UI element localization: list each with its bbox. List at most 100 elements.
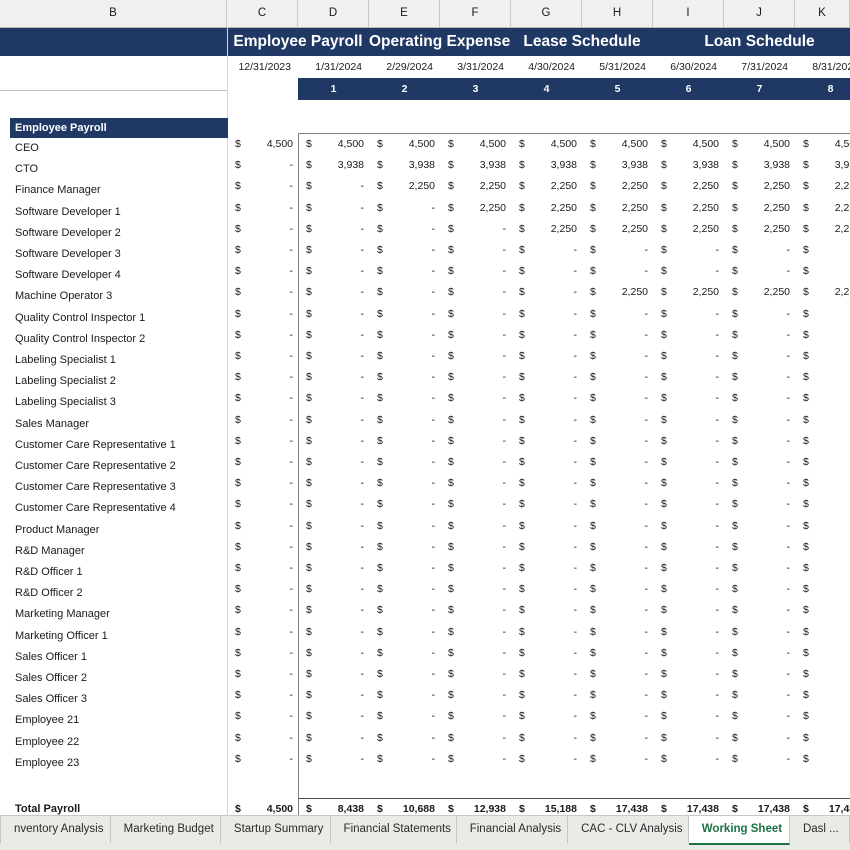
data-cell[interactable]: 3,938 xyxy=(313,155,364,176)
date-header-cell[interactable]: 6/30/2024 xyxy=(653,56,724,78)
data-cell[interactable]: - xyxy=(597,431,649,452)
row-label[interactable]: CTO xyxy=(15,159,38,180)
data-cell[interactable]: - xyxy=(597,685,649,706)
data-cell[interactable]: - xyxy=(242,600,294,621)
data-cell[interactable]: - xyxy=(739,325,791,346)
data-cell[interactable]: - xyxy=(313,558,365,579)
data-cell[interactable]: - xyxy=(739,558,791,579)
data-cell[interactable]: - xyxy=(384,388,436,409)
data-cell[interactable]: 4,500 xyxy=(384,134,435,155)
data-cell[interactable]: - xyxy=(384,558,436,579)
data-cell[interactable]: - xyxy=(668,325,720,346)
data-cell[interactable]: - xyxy=(526,325,578,346)
data-cell[interactable]: - xyxy=(668,706,720,727)
data-cell[interactable]: - xyxy=(242,219,294,240)
data-cell[interactable]: - xyxy=(384,685,436,706)
date-header-cell[interactable]: 5/31/2024 xyxy=(582,56,653,78)
data-cell[interactable]: - xyxy=(810,388,850,409)
data-cell[interactable]: - xyxy=(313,410,365,431)
row-label[interactable]: Machine Operator 3 xyxy=(15,286,112,307)
date-header-cell[interactable]: 2/29/2024 xyxy=(369,56,440,78)
data-cell[interactable]: - xyxy=(597,325,649,346)
data-cell[interactable]: 2,250 xyxy=(810,219,850,240)
data-cell[interactable]: - xyxy=(526,473,578,494)
data-cell[interactable]: - xyxy=(242,388,294,409)
data-cell[interactable]: - xyxy=(455,367,507,388)
data-cell[interactable]: - xyxy=(810,600,850,621)
row-label[interactable]: Labeling Specialist 1 xyxy=(15,350,116,371)
data-cell[interactable]: - xyxy=(313,664,365,685)
period-number-cell[interactable]: 6 xyxy=(653,78,724,100)
data-cell[interactable]: 2,250 xyxy=(526,176,577,197)
data-cell[interactable]: - xyxy=(810,431,850,452)
data-cell[interactable]: - xyxy=(455,346,507,367)
row-label[interactable]: Quality Control Inspector 2 xyxy=(15,329,145,350)
data-cell[interactable]: - xyxy=(384,622,436,643)
data-cell[interactable]: - xyxy=(810,346,850,367)
data-cell[interactable]: - xyxy=(242,494,294,515)
data-cell[interactable]: - xyxy=(597,749,649,770)
data-cell[interactable]: - xyxy=(242,325,294,346)
data-cell[interactable]: - xyxy=(668,537,720,558)
data-cell[interactable]: 3,938 xyxy=(526,155,577,176)
data-cell[interactable]: - xyxy=(739,473,791,494)
data-cell[interactable]: - xyxy=(526,346,578,367)
period-number-cell[interactable]: 3 xyxy=(440,78,511,100)
row-label[interactable]: Finance Manager xyxy=(15,180,101,201)
date-header-cell[interactable]: 8/31/2024 xyxy=(795,56,850,78)
data-cell[interactable]: - xyxy=(668,643,720,664)
data-cell[interactable]: - xyxy=(384,261,436,282)
row-label[interactable]: Customer Care Representative 4 xyxy=(15,498,176,519)
row-label[interactable]: R&D Manager xyxy=(15,541,85,562)
data-cell[interactable]: - xyxy=(668,261,720,282)
data-cell[interactable]: - xyxy=(739,643,791,664)
data-cell[interactable]: - xyxy=(384,494,436,515)
data-cell[interactable]: - xyxy=(526,706,578,727)
row-label[interactable]: Sales Officer 1 xyxy=(15,647,87,668)
data-cell[interactable]: 2,250 xyxy=(668,176,719,197)
data-cell[interactable]: - xyxy=(242,282,294,303)
data-cell[interactable]: - xyxy=(597,452,649,473)
data-cell[interactable]: - xyxy=(384,304,436,325)
data-cell[interactable]: - xyxy=(739,516,791,537)
data-cell[interactable]: - xyxy=(597,346,649,367)
data-cell[interactable]: - xyxy=(313,261,365,282)
data-cell[interactable]: - xyxy=(810,494,850,515)
data-cell[interactable]: - xyxy=(242,728,294,749)
data-cell[interactable]: - xyxy=(739,579,791,600)
data-cell[interactable]: - xyxy=(384,728,436,749)
data-cell[interactable]: 2,250 xyxy=(668,219,719,240)
data-cell[interactable]: - xyxy=(526,749,578,770)
data-cell[interactable]: - xyxy=(597,622,649,643)
data-cell[interactable]: - xyxy=(526,537,578,558)
data-cell[interactable]: 2,250 xyxy=(810,176,850,197)
data-cell[interactable]: - xyxy=(810,516,850,537)
data-cell[interactable]: - xyxy=(810,728,850,749)
data-cell[interactable]: - xyxy=(455,452,507,473)
data-cell[interactable]: 4,500 xyxy=(526,134,577,155)
data-cell[interactable]: 4,500 xyxy=(668,134,719,155)
data-cell[interactable]: - xyxy=(526,304,578,325)
data-cell[interactable]: - xyxy=(739,494,791,515)
data-cell[interactable]: - xyxy=(597,367,649,388)
data-cell[interactable]: - xyxy=(455,537,507,558)
data-cell[interactable]: - xyxy=(810,304,850,325)
data-cell[interactable]: - xyxy=(313,176,365,197)
data-cell[interactable]: - xyxy=(242,346,294,367)
data-cell[interactable]: - xyxy=(668,240,720,261)
data-cell[interactable]: - xyxy=(384,537,436,558)
column-header-j[interactable]: J xyxy=(724,0,795,27)
data-cell[interactable]: - xyxy=(668,664,720,685)
data-cell[interactable]: - xyxy=(668,685,720,706)
data-cell[interactable]: - xyxy=(313,685,365,706)
data-cell[interactable]: - xyxy=(810,664,850,685)
date-header-cell[interactable]: 12/31/2023 xyxy=(227,56,298,78)
data-cell[interactable]: - xyxy=(739,367,791,388)
data-cell[interactable]: - xyxy=(668,579,720,600)
data-cell[interactable]: - xyxy=(810,622,850,643)
data-cell[interactable]: - xyxy=(739,452,791,473)
data-cell[interactable]: 4,500 xyxy=(597,134,648,155)
data-cell[interactable]: - xyxy=(810,240,850,261)
data-cell[interactable]: - xyxy=(526,410,578,431)
data-cell[interactable]: - xyxy=(313,240,365,261)
